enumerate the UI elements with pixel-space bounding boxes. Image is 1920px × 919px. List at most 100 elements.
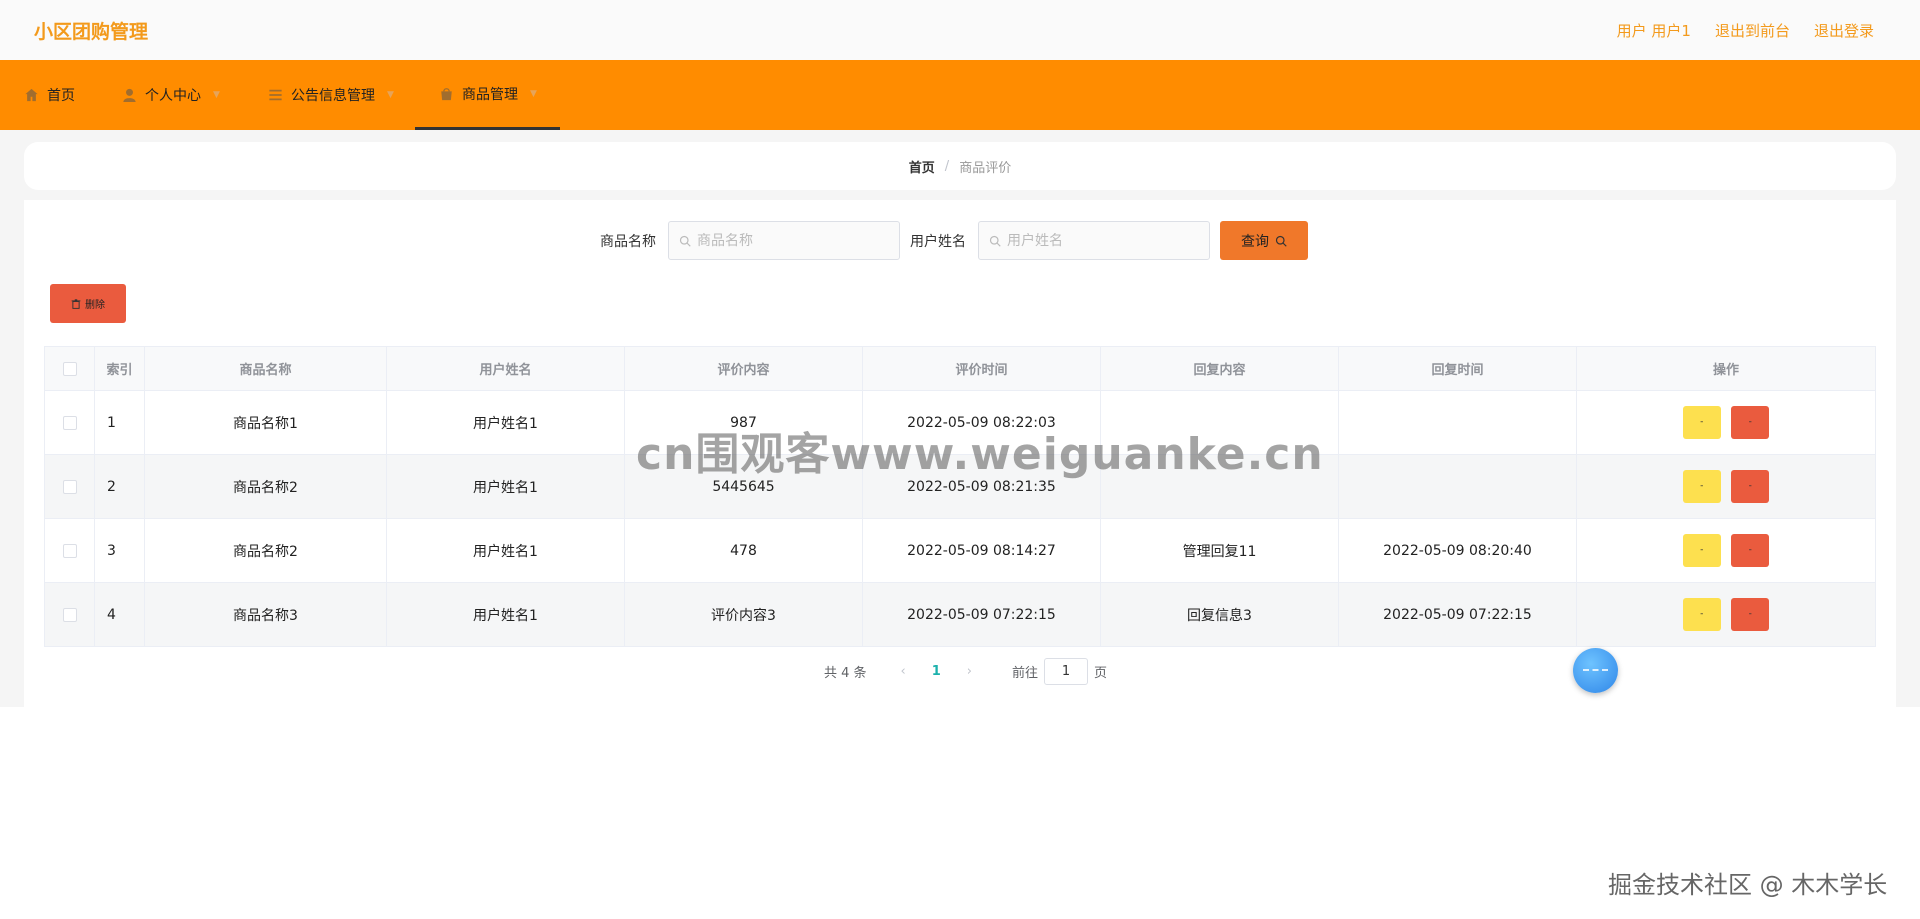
prev-page-button[interactable]: ‹ — [901, 664, 906, 679]
cell-index: 3 — [94, 518, 145, 583]
cell-actions: - - — [1576, 582, 1876, 647]
column-header: 商品名称 — [144, 346, 387, 391]
row-edit-button[interactable]: - — [1682, 406, 1721, 439]
cell-review-content: 评价内容3 — [624, 582, 863, 647]
column-header: 用户姓名 — [386, 346, 625, 391]
column-header: 操作 — [1576, 346, 1876, 391]
column-header: 评价时间 — [862, 346, 1101, 391]
select-all-checkbox[interactable] — [62, 361, 77, 376]
next-page-button[interactable]: › — [967, 664, 972, 679]
breadcrumb-home[interactable]: 首页 — [909, 157, 935, 176]
row-checkbox[interactable] — [62, 479, 77, 494]
cell-reply-content: 回复信息3 — [1100, 582, 1339, 647]
nav-label-notice: 公告信息管理 — [291, 88, 375, 104]
cell-actions: - - — [1576, 518, 1876, 583]
cell-user-name: 用户姓名1 — [386, 518, 625, 583]
batch-delete-label: 删除 — [85, 300, 105, 311]
search-icon — [679, 235, 691, 247]
breadcrumb-current: 商品评价 — [959, 160, 1012, 176]
row-select-cell — [44, 454, 95, 519]
cell-index: 4 — [94, 582, 145, 647]
cell-reply-content: 管理回复11 — [1100, 518, 1339, 583]
cell-index: 2 — [94, 454, 145, 519]
goto-suffix: 页 — [1094, 666, 1108, 681]
cell-actions: - - — [1576, 454, 1876, 519]
corner-watermark: 掘金技术社区 @ 木木学长 — [1608, 871, 1888, 899]
logout-link[interactable]: 退出登录 — [1814, 20, 1874, 41]
cell-goods-name: 商品名称2 — [144, 518, 387, 583]
goods-name-label: 商品名称 — [600, 233, 656, 250]
row-select-cell — [44, 582, 95, 647]
row-checkbox[interactable] — [62, 415, 77, 430]
cell-index: 1 — [94, 390, 145, 455]
pagination-total: 共 4 条 — [824, 666, 867, 681]
row-select-cell — [44, 518, 95, 583]
breadcrumb-separator: / — [944, 158, 950, 174]
main-nav: 首页 个人中心 ▼ 公告信息管理 ▼ 商品管理 ▼ — [0, 60, 1920, 130]
list-icon — [269, 89, 282, 101]
row-delete-button[interactable]: - — [1731, 406, 1770, 439]
cell-actions: - - — [1576, 390, 1876, 455]
page-number-current[interactable]: 1 — [932, 664, 941, 679]
back-to-front-link[interactable]: 退出到前台 — [1715, 20, 1790, 41]
query-button[interactable]: 查询 — [1220, 221, 1308, 260]
goods-icon — [441, 87, 452, 100]
row-checkbox[interactable] — [62, 607, 77, 622]
cell-reply-time: 2022-05-09 08:20:40 — [1338, 518, 1577, 583]
goto-page: 前往 1 页 — [1012, 658, 1107, 685]
nav-label-goods: 商品管理 — [462, 86, 518, 103]
cell-review-time: 2022-05-09 08:14:27 — [862, 518, 1101, 583]
nav-item-personal[interactable]: 个人中心 ▼ — [122, 60, 220, 130]
goto-page-input[interactable]: 1 — [1044, 658, 1089, 685]
cell-goods-name: 商品名称3 — [144, 582, 387, 647]
floating-assistant-button[interactable] — [1573, 648, 1618, 693]
column-header: 索引 — [94, 346, 145, 391]
search-icon — [1275, 235, 1287, 247]
chevron-down-icon: ▼ — [387, 90, 394, 100]
top-links: 用户 用户1 退出到前台 退出登录 — [1617, 20, 1874, 41]
cell-reply-time: 2022-05-09 07:22:15 — [1338, 582, 1577, 647]
cell-user-name: 用户姓名1 — [386, 454, 625, 519]
table-header-row: 索引 商品名称 用户姓名 评价内容 评价时间 回复内容 回复时间 操作 — [44, 346, 1876, 391]
nav-label-personal: 个人中心 — [145, 88, 201, 104]
row-edit-button[interactable]: - — [1682, 598, 1721, 631]
cell-goods-name: 商品名称1 — [144, 390, 387, 455]
center-watermark: cn围观客www.weiguanke.cn — [636, 429, 1324, 480]
user-name-label: 用户姓名 — [910, 233, 966, 250]
select-all-cell — [44, 346, 95, 391]
nav-item-goods[interactable]: 商品管理 ▼ — [415, 60, 560, 130]
goods-name-input[interactable] — [697, 232, 887, 249]
user-name-input[interactable] — [1007, 232, 1197, 249]
nav-item-notice[interactable]: 公告信息管理 ▼ — [268, 60, 394, 130]
review-table: 索引 商品名称 用户姓名 评价内容 评价时间 回复内容 回复时间 操作 1 商品… — [44, 346, 1876, 647]
cell-user-name: 用户姓名1 — [386, 582, 625, 647]
goto-prefix: 前往 — [1012, 666, 1039, 681]
app-title: 小区团购管理 — [34, 21, 149, 43]
row-select-cell — [44, 390, 95, 455]
batch-delete-button[interactable]: 删除 — [50, 284, 126, 323]
row-delete-button[interactable]: - — [1731, 534, 1770, 567]
row-delete-button[interactable]: - — [1731, 598, 1770, 631]
chevron-down-icon: ▼ — [530, 88, 537, 99]
column-header: 回复时间 — [1338, 346, 1577, 391]
chevron-down-icon: ▼ — [213, 90, 220, 100]
cell-reply-time — [1338, 390, 1577, 455]
table-row: 3 商品名称2 用户姓名1 478 2022-05-09 08:14:27 管理… — [44, 518, 1876, 583]
search-icon — [989, 235, 1001, 247]
column-header: 评价内容 — [624, 346, 863, 391]
table-row: 4 商品名称3 用户姓名1 评价内容3 2022-05-09 07:22:15 … — [44, 582, 1876, 647]
column-header: 回复内容 — [1100, 346, 1339, 391]
nav-label-home: 首页 — [47, 88, 75, 104]
search-form: 商品名称 用户姓名 查询 — [600, 221, 1308, 260]
user-name-link[interactable]: 用户 用户1 — [1617, 20, 1691, 41]
pagination: 共 4 条 ‹ 1 › 前往 1 页 — [824, 658, 1107, 685]
row-checkbox[interactable] — [62, 543, 77, 558]
nav-item-home[interactable]: 首页 — [24, 60, 75, 130]
home-icon — [25, 88, 38, 102]
row-edit-button[interactable]: - — [1682, 470, 1721, 503]
user-name-field[interactable] — [978, 221, 1210, 260]
goods-name-field[interactable] — [668, 221, 900, 260]
row-delete-button[interactable]: - — [1731, 470, 1770, 503]
row-edit-button[interactable]: - — [1682, 534, 1721, 567]
top-header: 小区团购管理 用户 用户1 退出到前台 退出登录 — [0, 0, 1920, 60]
